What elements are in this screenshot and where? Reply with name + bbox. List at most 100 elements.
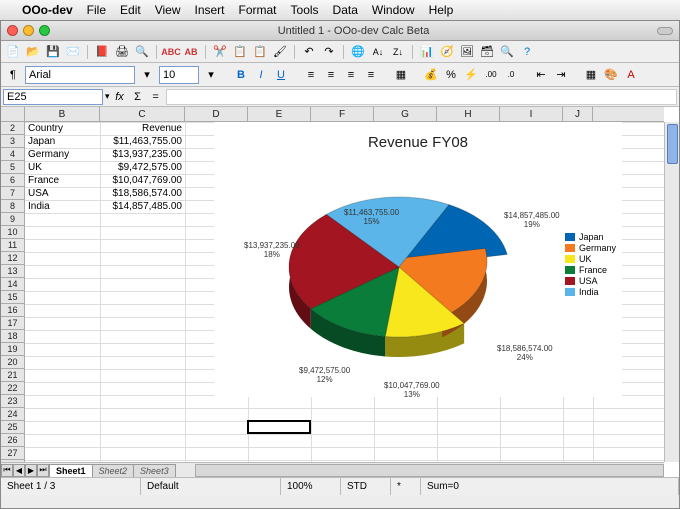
cell[interactable]: France [25,174,100,187]
font-name-input[interactable] [25,66,135,84]
save-icon[interactable]: 💾 [45,44,61,60]
row-header-25[interactable]: 25 [1,421,24,434]
datasource-icon[interactable]: 🗃 [479,44,495,60]
currency-icon[interactable]: 💰 [423,67,439,83]
spreadsheet-grid[interactable]: BCDEFGHIJ 234567891011121314151617181920… [1,107,679,477]
col-header-C[interactable]: C [100,107,185,121]
chart-object[interactable]: Revenue FY08 JapanGermanyUKFranceUSAIndi… [214,122,622,397]
cell[interactable]: $18,586,574.00 [100,187,185,200]
cell[interactable]: UK [25,161,100,174]
tab-prev-icon[interactable]: ◀ [13,464,25,477]
col-header-D[interactable]: D [185,107,248,121]
title-bar[interactable]: Untitled 1 - OOo-dev Calc Beta [1,21,679,41]
sheet-tab-2[interactable]: Sheet2 [92,464,135,477]
export-pdf-icon[interactable]: 📕 [94,44,110,60]
align-justify-icon[interactable]: ≡ [363,67,379,83]
align-right-icon[interactable]: ≡ [343,67,359,83]
standard-format-icon[interactable]: ⚡ [463,67,479,83]
row-header-12[interactable]: 12 [1,252,24,265]
zoom-icon[interactable]: 🔍 [499,44,515,60]
row-header-11[interactable]: 11 [1,239,24,252]
sort-asc-icon[interactable]: A↓ [370,44,386,60]
cell[interactable]: Country [25,122,100,135]
cell[interactable]: Japan [25,135,100,148]
menu-edit[interactable]: Edit [120,3,141,17]
font-dropdown-icon[interactable]: ▾ [139,67,155,83]
autocheck-icon[interactable]: AB [183,44,199,60]
print-icon[interactable]: 🖨 [114,44,130,60]
row-header-2[interactable]: 2 [1,122,24,135]
row-header-5[interactable]: 5 [1,161,24,174]
row-header-4[interactable]: 4 [1,148,24,161]
cell[interactable]: $9,472,575.00 [100,161,185,174]
cell[interactable]: $14,857,485.00 [100,200,185,213]
open-icon[interactable]: 📂 [25,44,41,60]
row-header-16[interactable]: 16 [1,304,24,317]
tab-last-icon[interactable]: ⏭ [37,464,49,477]
function-icon[interactable]: = [148,89,164,105]
row-header-6[interactable]: 6 [1,174,24,187]
row-header-19[interactable]: 19 [1,343,24,356]
app-menu[interactable]: OOo-dev [22,3,73,17]
row-header-27[interactable]: 27 [1,447,24,460]
menu-file[interactable]: File [87,3,106,17]
row-header-13[interactable]: 13 [1,265,24,278]
zoom-button[interactable] [39,25,50,36]
cell[interactable]: $11,463,755.00 [100,135,185,148]
row-header-20[interactable]: 20 [1,356,24,369]
vertical-scrollbar[interactable] [664,122,679,462]
menu-insert[interactable]: Insert [195,3,225,17]
insert-chart-icon[interactable]: 📊 [419,44,435,60]
row-header-24[interactable]: 24 [1,408,24,421]
gallery-icon[interactable]: 🖼 [459,44,475,60]
undo-icon[interactable]: ↶ [301,44,317,60]
col-header-E[interactable]: E [248,107,311,121]
col-header-B[interactable]: B [25,107,100,121]
row-header-8[interactable]: 8 [1,200,24,213]
remove-decimal-icon[interactable]: .0 [503,67,519,83]
print-preview-icon[interactable]: 🔍 [134,44,150,60]
cell[interactable]: $10,047,769.00 [100,174,185,187]
redo-icon[interactable]: ↷ [321,44,337,60]
align-center-icon[interactable]: ≡ [323,67,339,83]
cut-icon[interactable]: ✂️ [212,44,228,60]
format-paintbrush-icon[interactable]: 🖌 [272,44,288,60]
col-header-I[interactable]: I [500,107,563,121]
function-wizard-icon[interactable]: fx [112,89,128,105]
formula-input[interactable] [166,89,677,105]
merge-cells-icon[interactable]: ▦ [393,67,409,83]
sheet-tab-3[interactable]: Sheet3 [133,464,176,477]
borders-icon[interactable]: ▦ [583,67,599,83]
row-header-18[interactable]: 18 [1,330,24,343]
row-header-23[interactable]: 23 [1,395,24,408]
row-header-10[interactable]: 10 [1,226,24,239]
row-header-21[interactable]: 21 [1,369,24,382]
size-dropdown-icon[interactable]: ▾ [203,67,219,83]
select-all-corner[interactable] [1,107,25,122]
new-doc-icon[interactable]: 📄 [5,44,21,60]
help-icon[interactable]: ? [519,44,535,60]
row-header-17[interactable]: 17 [1,317,24,330]
menu-view[interactable]: View [155,3,181,17]
cell[interactable]: USA [25,187,100,200]
navigator-icon[interactable]: 🧭 [439,44,455,60]
row-headers[interactable]: 2345678910111213141516171819202122232425… [1,122,25,462]
cell[interactable]: Revenue [100,122,185,135]
row-header-22[interactable]: 22 [1,382,24,395]
row-header-15[interactable]: 15 [1,291,24,304]
column-headers[interactable]: BCDEFGHIJ [25,107,664,122]
row-header-14[interactable]: 14 [1,278,24,291]
col-header-J[interactable]: J [563,107,593,121]
sum-icon[interactable]: Σ [130,89,146,105]
status-zoom[interactable]: 100% [281,478,341,495]
italic-button[interactable]: I [253,67,269,83]
row-header-26[interactable]: 26 [1,434,24,447]
underline-button[interactable]: U [273,67,289,83]
sort-desc-icon[interactable]: Z↓ [390,44,406,60]
namebox-dropdown-icon[interactable]: ▾ [105,91,110,102]
menu-data[interactable]: Data [333,3,358,17]
menu-help[interactable]: Help [429,3,454,17]
sheet-tab-1[interactable]: Sheet1 [49,464,93,477]
toolbar-toggle-button[interactable] [657,27,673,35]
col-header-F[interactable]: F [311,107,374,121]
